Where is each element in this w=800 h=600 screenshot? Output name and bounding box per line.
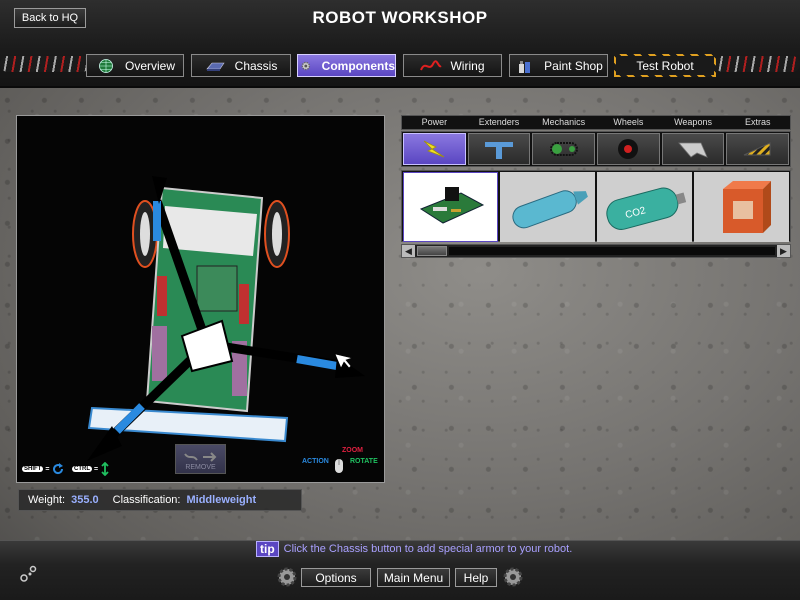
wire-icon [420,59,443,70]
zoom-label: ZOOM [342,447,363,454]
weight-value: 355.0 [71,494,99,506]
scroll-thumb[interactable] [417,246,447,256]
parts-list: CO2 [401,170,791,242]
remove-label: REMOVE [185,464,216,471]
robot-model [87,176,365,461]
category-extenders-button[interactable] [467,133,531,165]
main-menu-button[interactable]: Main Menu [377,568,450,587]
tip-bar: tip Click the Chassis button to add spec… [256,541,572,557]
classification-label: Classification: [112,494,181,506]
classification-value: Middleweight [186,494,257,506]
part-battery-canister[interactable] [500,172,595,242]
tab-test-robot-label: Test Robot [636,58,694,73]
ctrl-key-label: CTRL [72,466,92,472]
top-bar: Back to HQ ROBOT WORKSHOP Overview Chass… [0,0,800,88]
chain-sprocket-icon [549,142,578,156]
hazard-wedge-icon [743,142,771,156]
weapon-blade-icon [678,142,708,158]
help-button[interactable]: Help [455,568,497,587]
weight-label: Weight: [28,494,66,506]
category-label-mechanics: Mechanics [542,117,586,127]
circuit-board-image [419,187,484,224]
wheel-icon [618,139,639,159]
category-label-extras: Extras [744,117,771,127]
part-co2-tank[interactable]: CO2 [597,172,692,242]
tab-chassis[interactable]: Chassis [191,54,291,77]
mouse-icon [335,459,343,473]
game-logo-icon [20,565,37,582]
shift-rotate-hint: SHIFT = [22,462,65,476]
options-button[interactable]: Options [301,568,371,587]
mouse-controls-hint: ZOOM ACTION ROTATE [302,447,382,477]
category-label-weapons: Weapons [674,117,712,127]
part-circuit-board[interactable] [403,172,498,242]
shift-key-label: SHIFT [22,466,44,472]
tab-chassis-label: Chassis [234,58,278,73]
remove-button[interactable]: REMOVE [175,444,226,474]
page-title: ROBOT WORKSHOP [312,8,488,27]
tip-text: Click the Chassis button to add special … [283,543,573,555]
category-wheels-button[interactable] [597,133,660,165]
ctrl-move-hint: CTRL = [72,462,110,476]
cable-decoration-left [0,56,90,72]
chassis-icon [206,62,225,71]
gear-icon [301,61,311,70]
scroll-right-icon[interactable]: ▶ [777,245,790,257]
gear-left-icon [277,567,297,587]
action-label: ACTION [302,458,329,465]
category-label-power: Power [421,117,448,127]
vertical-move-icon [101,462,109,476]
rotate-arrow-icon [53,463,64,475]
category-extras-button[interactable] [726,133,790,165]
category-header: Power Extenders Mechanics Wheels Weapons… [401,115,791,130]
tip-badge: tip [256,541,279,557]
category-buttons [401,131,791,167]
tab-paint-shop-label: Paint Shop [544,58,603,73]
tab-paint-shop[interactable]: Paint Shop [509,54,608,77]
category-label-wheels: Wheels [613,117,644,127]
robot-stats-bar: Weight: 355.0 Classification: Middleweig… [18,489,302,511]
battery-canister-image [511,190,588,229]
category-mechanics-button[interactable] [532,133,596,165]
tab-components-label: Components [321,58,395,73]
category-weapons-button[interactable] [661,133,725,165]
globe-icon [99,58,113,73]
tab-components[interactable]: Components [297,54,396,77]
remove-arrow-icon [183,452,216,462]
robot-3d-viewport[interactable] [16,115,385,483]
lightning-icon [424,140,445,158]
category-power-button[interactable] [403,133,466,165]
paint-icon [519,60,531,73]
scroll-left-icon[interactable]: ◀ [402,245,415,257]
extender-icon [485,142,513,159]
co2-tank-image: CO2 [605,187,686,230]
parts-scrollbar[interactable]: ◀ ▶ [401,244,791,258]
tab-wiring[interactable]: Wiring [403,54,502,77]
part-battery-box[interactable] [694,172,789,242]
battery-box-image [722,181,771,233]
rotate-label: ROTATE [350,458,378,465]
tab-overview-label: Overview [124,58,175,73]
cable-decoration-right [715,56,800,72]
category-label-extenders: Extenders [478,117,520,127]
tab-overview[interactable]: Overview [86,54,184,77]
scroll-track[interactable] [449,247,775,255]
tab-wiring-label: Wiring [450,58,485,73]
tab-test-robot[interactable]: Test Robot [614,54,716,77]
gear-right-icon [503,567,523,587]
